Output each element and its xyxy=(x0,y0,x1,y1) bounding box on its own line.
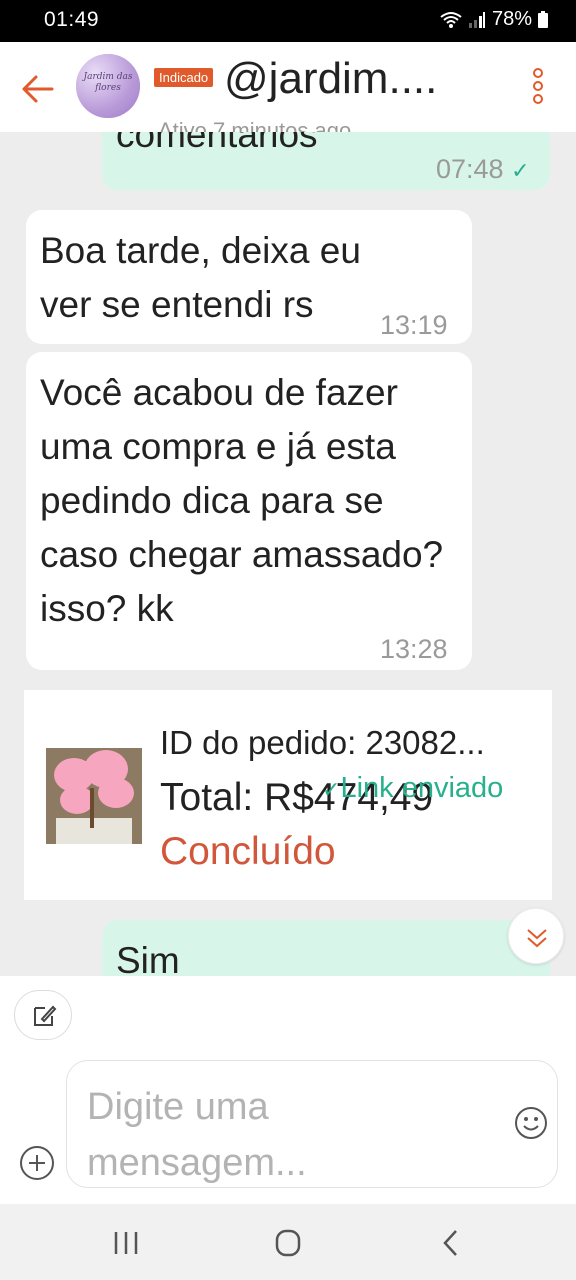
add-icon[interactable] xyxy=(18,1144,56,1182)
edit-icon xyxy=(34,1005,57,1026)
check-icon: ✓ xyxy=(511,158,530,183)
message-text: Sim xyxy=(116,940,180,976)
message-incoming[interactable]: Você acabou de fazer uma compra e já est… xyxy=(26,352,472,670)
order-card[interactable]: ID do pedido: 23082... Total: R$474,49 ✓… xyxy=(24,690,552,900)
edit-button[interactable] xyxy=(14,990,72,1040)
chat-title[interactable]: @jardim.... xyxy=(224,54,437,104)
referral-badge: Indicado xyxy=(154,68,214,87)
home-icon[interactable] xyxy=(268,1226,308,1260)
chat-subtitle: Ativo 7 minutos ago xyxy=(158,118,352,132)
compose-area: Digite uma mensagem... xyxy=(0,976,576,1204)
wifi-icon xyxy=(440,11,462,28)
message-input-placeholder: Digite uma mensagem... xyxy=(87,1086,307,1184)
scroll-down-button[interactable] xyxy=(508,908,564,964)
battery-icon xyxy=(538,11,548,28)
check-icon: ✓ xyxy=(322,777,341,802)
message-input[interactable]: Digite uma mensagem... xyxy=(66,1060,558,1188)
status-bar: 01:49 78% xyxy=(0,0,576,42)
message-time: 13:28 xyxy=(380,634,448,664)
smiley-icon[interactable] xyxy=(513,1105,549,1141)
system-nav-bar xyxy=(0,1204,576,1280)
message-text: Você acabou de fazer uma compra e já est… xyxy=(40,372,444,629)
message-outgoing[interactable]: Sim xyxy=(102,920,550,976)
battery-percent: 78% xyxy=(491,8,532,30)
back-arrow-icon[interactable] xyxy=(18,68,60,110)
message-text: Boa tarde, deixa eu ver se entendi rs xyxy=(40,230,361,325)
link-sent-label: ✓Link enviado xyxy=(322,772,504,804)
product-image xyxy=(46,748,142,844)
status-time: 01:49 xyxy=(44,8,100,31)
order-id: ID do pedido: 23082... xyxy=(160,724,485,761)
chevron-double-down-icon xyxy=(527,929,547,948)
status-icons: 78% xyxy=(440,8,548,31)
recent-apps-icon[interactable] xyxy=(106,1226,146,1260)
message-time: 07:48 ✓ xyxy=(436,154,530,184)
avatar-logo-text: Jardim das flores xyxy=(83,72,133,93)
signal-icon xyxy=(468,11,485,28)
avatar[interactable]: Jardim das flores xyxy=(76,54,140,118)
order-status: Concluído xyxy=(160,830,336,873)
back-icon[interactable] xyxy=(432,1226,472,1260)
message-incoming[interactable]: Boa tarde, deixa eu ver se entendi rs 13… xyxy=(26,210,472,344)
more-options-icon[interactable] xyxy=(528,68,548,108)
message-time: 13:19 xyxy=(380,310,448,340)
